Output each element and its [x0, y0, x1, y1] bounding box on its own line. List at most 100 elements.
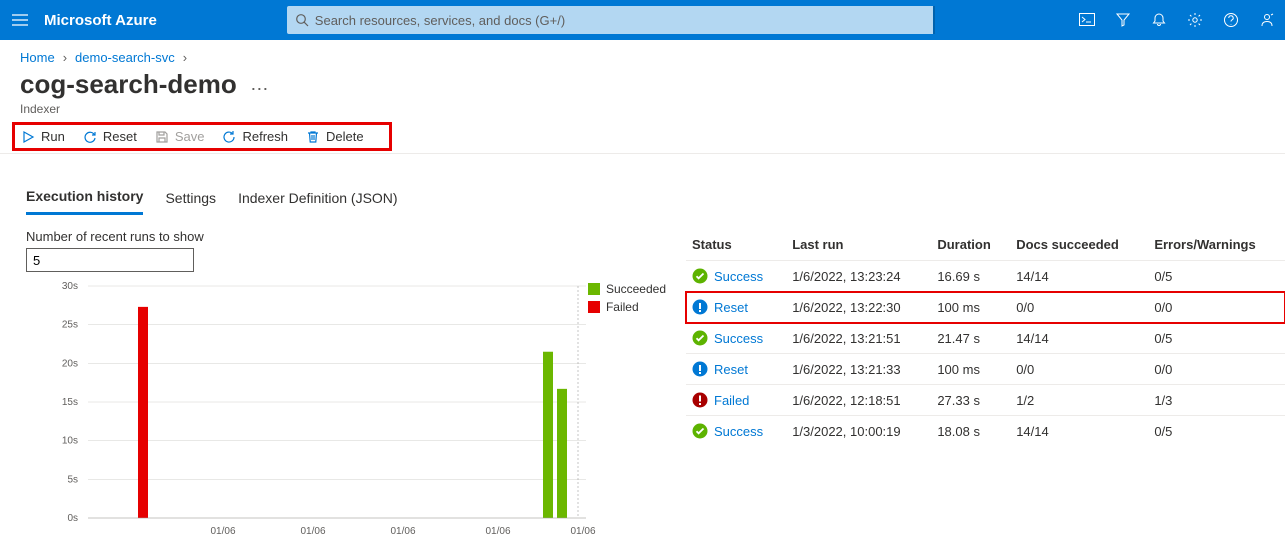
cell-lastrun: 1/6/2022, 13:21:51 [786, 323, 931, 354]
reset-status-icon [692, 361, 708, 377]
table-row[interactable]: Success1/6/2022, 13:23:2416.69 s14/140/5 [686, 261, 1285, 292]
settings-button[interactable] [1177, 0, 1213, 40]
cell-docs: 14/14 [1010, 261, 1148, 292]
tab-execution-history[interactable]: Execution history [26, 188, 143, 215]
help-icon [1223, 12, 1239, 28]
status-link[interactable]: Reset [714, 300, 748, 315]
cell-errors: 0/5 [1148, 261, 1285, 292]
runs-count-label: Number of recent runs to show [26, 229, 646, 244]
col-errors[interactable]: Errors/Warnings [1148, 229, 1285, 261]
hamburger-menu-button[interactable] [0, 0, 40, 40]
cloud-shell-button[interactable] [1069, 0, 1105, 40]
col-duration[interactable]: Duration [931, 229, 1010, 261]
status-link[interactable]: Success [714, 331, 763, 346]
table-row[interactable]: Failed1/6/2022, 12:18:5127.33 s1/21/3 [686, 385, 1285, 416]
breadcrumb-home[interactable]: Home [20, 50, 55, 65]
svg-text:10s: 10s [62, 436, 78, 447]
right-panel: Status Last run Duration Docs succeeded … [686, 229, 1285, 546]
status-link[interactable]: Reset [714, 362, 748, 377]
legend-swatch-succeeded [588, 283, 600, 295]
legend-failed-label: Failed [606, 300, 639, 314]
svg-text:01/06: 01/06 [300, 526, 325, 537]
save-label: Save [175, 129, 205, 144]
chart-bar[interactable] [138, 307, 148, 518]
cell-duration: 18.08 s [931, 416, 1010, 447]
refresh-button[interactable]: Refresh [222, 129, 288, 144]
svg-text:25s: 25s [62, 320, 78, 331]
page-header: cog-search-demo ⋯ Indexer [0, 69, 1285, 122]
svg-text:01/06: 01/06 [485, 526, 510, 537]
cell-docs: 1/2 [1010, 385, 1148, 416]
notifications-button[interactable] [1141, 0, 1177, 40]
filter-icon [1115, 12, 1131, 28]
svg-text:20s: 20s [62, 358, 78, 369]
svg-text:01/06: 01/06 [390, 526, 415, 537]
table-row[interactable]: Reset1/6/2022, 13:21:33100 ms0/00/0 [686, 354, 1285, 385]
reset-icon [83, 130, 97, 144]
run-button[interactable]: Run [21, 129, 65, 144]
play-icon [21, 130, 35, 144]
delete-label: Delete [326, 129, 364, 144]
directory-filter-button[interactable] [1105, 0, 1141, 40]
help-button[interactable] [1213, 0, 1249, 40]
legend-failed: Failed [588, 300, 666, 314]
more-actions-button[interactable]: ⋯ [250, 79, 268, 99]
cell-docs: 14/14 [1010, 323, 1148, 354]
svg-text:15s: 15s [62, 397, 78, 408]
cloud-shell-icon [1079, 13, 1095, 27]
table-row[interactable]: Success1/6/2022, 13:21:5121.47 s14/140/5 [686, 323, 1285, 354]
bell-icon [1151, 12, 1167, 28]
cell-errors: 0/0 [1148, 354, 1285, 385]
legend-succeeded-label: Succeeded [606, 282, 666, 296]
cell-duration: 27.33 s [931, 385, 1010, 416]
status-link[interactable]: Failed [714, 393, 749, 408]
feedback-button[interactable] [1249, 0, 1285, 40]
cell-errors: 0/5 [1148, 416, 1285, 447]
tabs: Execution history Settings Indexer Defin… [0, 154, 1285, 215]
chart-bar[interactable] [557, 389, 567, 518]
brand-name[interactable]: Microsoft Azure [44, 12, 157, 29]
svg-text:0s: 0s [67, 513, 78, 524]
execution-table: Status Last run Duration Docs succeeded … [686, 229, 1285, 446]
body: Number of recent runs to show 0s 5s 10s 15s… [0, 215, 1285, 546]
page-title: cog-search-demo [20, 69, 237, 100]
runs-count-input[interactable] [26, 248, 194, 272]
command-bar-highlight: Run Reset Save Refresh Delete [12, 122, 392, 151]
chart-svg: 0s 5s 10s 15s 20s 25s 30s 01/06 01/06 01/06 01/06… [26, 278, 596, 546]
delete-button[interactable]: Delete [306, 129, 364, 144]
svg-text:30s: 30s [62, 281, 78, 292]
table-row[interactable]: Success1/3/2022, 10:00:1918.08 s14/140/5 [686, 416, 1285, 447]
table-row[interactable]: Reset1/6/2022, 13:22:30100 ms0/00/0 [686, 292, 1285, 323]
cell-duration: 100 ms [931, 354, 1010, 385]
failed-status-icon [692, 392, 708, 408]
cell-errors: 0/5 [1148, 323, 1285, 354]
col-docs[interactable]: Docs succeeded [1010, 229, 1148, 261]
reset-button[interactable]: Reset [83, 129, 137, 144]
cell-lastrun: 1/6/2022, 13:22:30 [786, 292, 931, 323]
cell-duration: 100 ms [931, 292, 1010, 323]
tab-indexer-definition-json[interactable]: Indexer Definition (JSON) [238, 190, 398, 214]
save-button: Save [155, 129, 205, 144]
global-search[interactable] [287, 6, 935, 34]
search-icon [295, 13, 309, 27]
cell-errors: 0/0 [1148, 292, 1285, 323]
cell-docs: 0/0 [1010, 354, 1148, 385]
run-label: Run [41, 129, 65, 144]
chart-bar[interactable] [543, 352, 553, 518]
chart-legend: Succeeded Failed [588, 282, 666, 318]
col-status[interactable]: Status [686, 229, 786, 261]
command-bar: Run Reset Save Refresh Delete [21, 129, 383, 144]
svg-text:01/06: 01/06 [570, 526, 595, 537]
global-search-input[interactable] [309, 12, 927, 29]
breadcrumb-separator: › [183, 50, 187, 65]
cell-errors: 1/3 [1148, 385, 1285, 416]
save-icon [155, 130, 169, 144]
svg-text:5s: 5s [67, 474, 78, 485]
page-subtitle: Indexer [20, 102, 1265, 116]
status-link[interactable]: Success [714, 269, 763, 284]
tab-settings[interactable]: Settings [165, 190, 216, 214]
status-link[interactable]: Success [714, 424, 763, 439]
col-lastrun[interactable]: Last run [786, 229, 931, 261]
success-status-icon [692, 330, 708, 346]
breadcrumb-parent[interactable]: demo-search-svc [75, 50, 175, 65]
